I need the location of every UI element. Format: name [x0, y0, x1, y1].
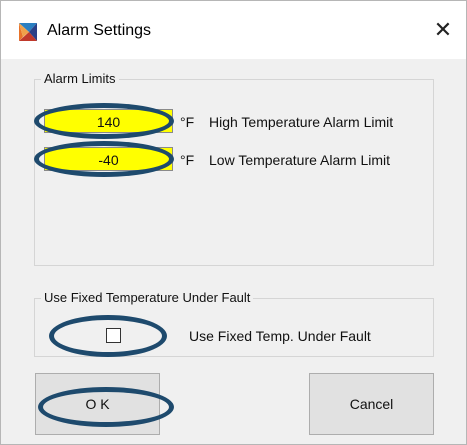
window-title: Alarm Settings [47, 22, 152, 39]
low-temperature-limit-label: Low Temperature Alarm Limit [209, 152, 391, 168]
cancel-button-label: Cancel [349, 396, 394, 412]
use-fixed-temp-checkbox[interactable] [106, 328, 121, 343]
close-icon: ✕ [433, 17, 453, 42]
ok-button[interactable]: O K [35, 373, 160, 435]
app-logo-icon [19, 23, 37, 41]
low-temperature-limit-input[interactable]: -40 [44, 147, 173, 171]
ok-button-label: O K [85, 396, 110, 412]
cancel-button[interactable]: Cancel [309, 373, 434, 435]
use-fixed-temp-checkbox-label: Use Fixed Temp. Under Fault [189, 328, 371, 344]
alarm-settings-dialog: Alarm Settings ✕ Alarm Limits 140 °F Hig… [0, 0, 467, 445]
high-temperature-limit-label: High Temperature Alarm Limit [209, 114, 394, 130]
close-button[interactable]: ✕ [428, 15, 458, 45]
alarm-limits-group: Alarm Limits [34, 71, 434, 266]
high-temperature-unit: °F [180, 114, 195, 130]
alarm-limits-group-label: Alarm Limits [41, 71, 119, 87]
low-temperature-unit: °F [180, 152, 195, 168]
fixed-temperature-group-label: Use Fixed Temperature Under Fault [41, 290, 254, 306]
high-temperature-limit-input[interactable]: 140 [44, 109, 173, 133]
title-bar: Alarm Settings ✕ [1, 1, 466, 59]
